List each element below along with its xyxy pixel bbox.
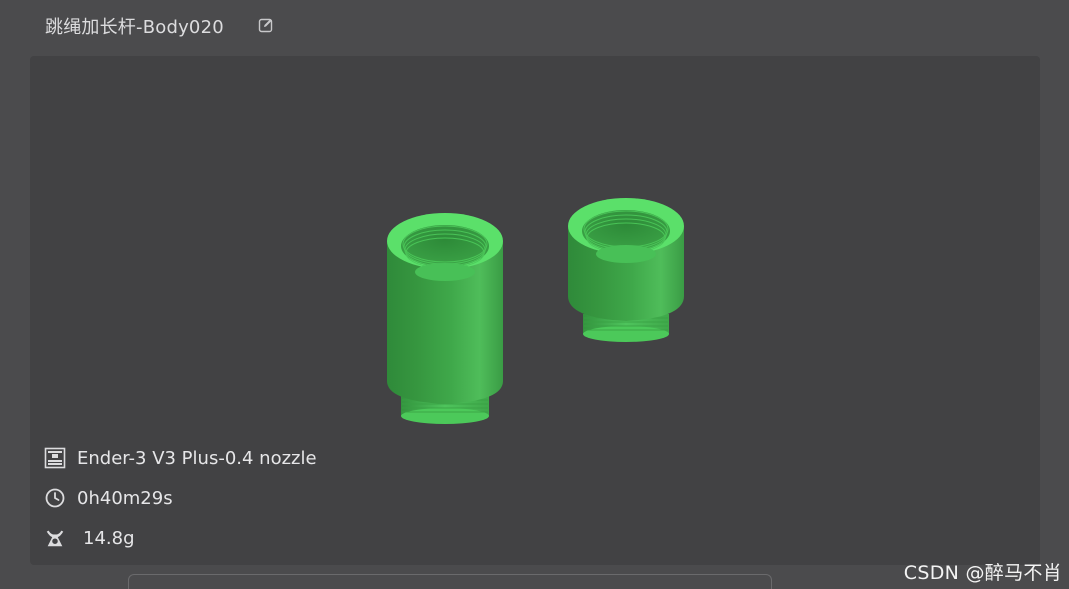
model-preview[interactable]: Ender-3 V3 Plus-0.4 nozzle 0h40m29s 14.8… [30,56,1040,565]
watermark: CSDN @醉马不肖 [903,562,1062,584]
plate-title: 跳绳加长杆-Body020 [45,17,224,38]
bottom-panel [128,574,772,589]
model-part-left [387,213,503,424]
print-job-dialog: 跳绳加长杆-Body020 Ender-3 V3 Plus-0.4 nozzle… [0,0,1069,589]
weight-info: 14.8g [44,525,135,551]
title-row: 跳绳加长杆-Body020 [45,12,224,40]
filament-weight: 14.8g [83,527,135,549]
printer-info: Ender-3 V3 Plus-0.4 nozzle [44,445,317,471]
printer-name: Ender-3 V3 Plus-0.4 nozzle [77,447,317,469]
model-render [387,198,684,424]
clock-icon [44,487,66,509]
model-part-right [568,198,684,342]
printer-icon [44,447,66,469]
time-info: 0h40m29s [44,485,173,511]
edit-pencil-icon [258,18,273,33]
edit-title-button[interactable] [257,16,275,34]
weight-icon [44,527,66,549]
print-time: 0h40m29s [77,487,173,509]
